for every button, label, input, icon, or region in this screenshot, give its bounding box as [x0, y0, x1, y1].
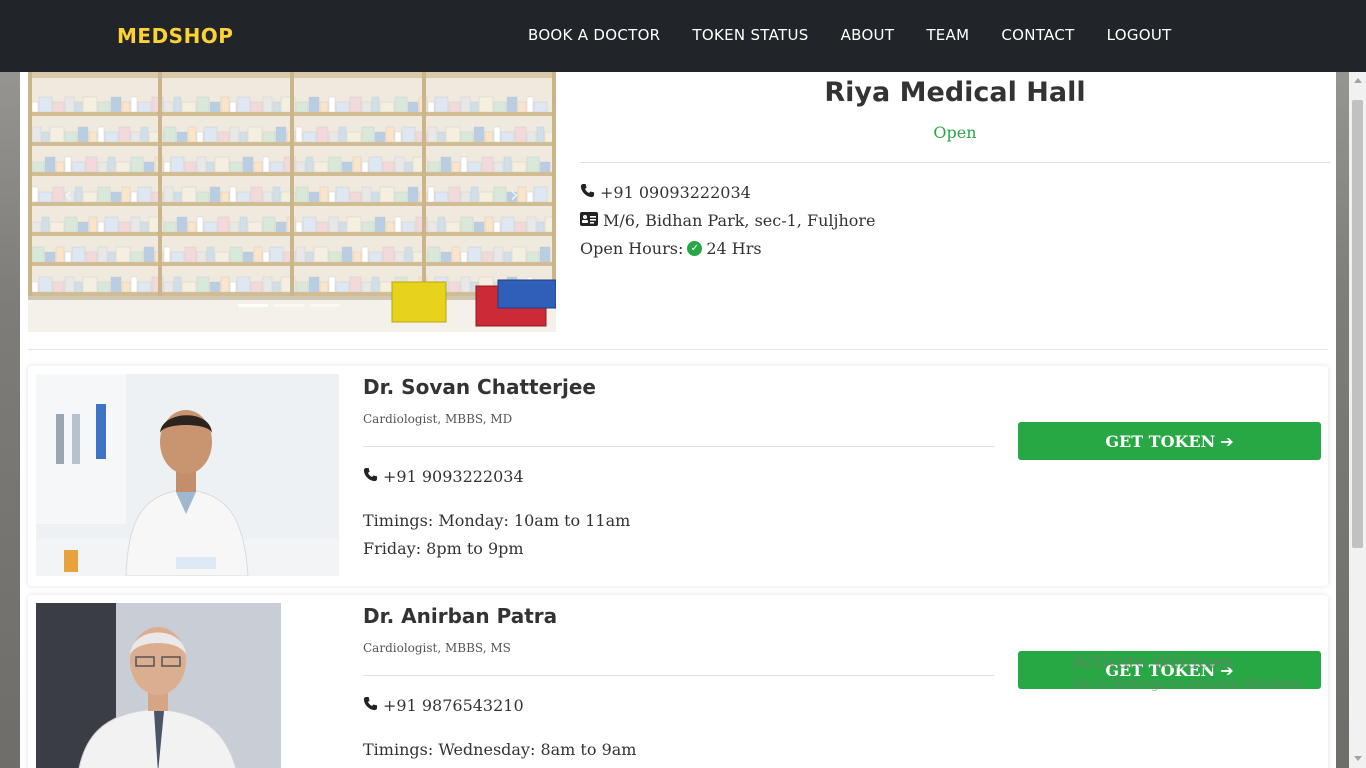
doctor-phone[interactable]: +91 9876543210	[383, 696, 524, 715]
watermark-subtitle: Go to Settings to activate Windows.	[1073, 677, 1306, 692]
doctor-specialization: Cardiologist, MBBS, MD	[363, 412, 513, 426]
shop-hours-label: Open Hours:	[580, 239, 684, 258]
shop-hours-line: Open Hours: ✓ 24 Hrs	[580, 239, 762, 258]
divider	[363, 446, 994, 447]
check-circle-icon: ✓	[687, 241, 703, 256]
shop-phone-line: +91 09093222034	[580, 183, 751, 202]
shop-name: Riya Medical Hall	[824, 77, 1086, 108]
nav-menu: BOOK A DOCTOR TOKEN STATUS ABOUT TEAM CO…	[528, 26, 1204, 44]
brand-logo[interactable]: MEDSHOP	[117, 24, 233, 48]
watermark-title: Activate Windows	[1073, 652, 1233, 673]
doctor-card: Dr. Sovan Chatterjee Cardiologist, MBBS,…	[28, 366, 1328, 586]
phone-icon	[363, 696, 378, 715]
svg-text:‹: ‹	[64, 183, 73, 208]
doctor-phone-line: +91 9093222034	[363, 467, 524, 486]
doctor-photo	[36, 603, 281, 768]
windows-activation-watermark: Activate Windows Go to Settings to activ…	[1073, 652, 1306, 692]
nav-about[interactable]: ABOUT	[841, 26, 895, 44]
doctor-name: Dr. Sovan Chatterjee	[363, 375, 596, 399]
divider	[580, 162, 1330, 163]
get-token-label: GET TOKEN	[1105, 431, 1216, 451]
divider	[363, 675, 994, 676]
shop-hours-value: 24 Hrs	[706, 239, 762, 258]
scrollbar-thumb[interactable]	[1352, 100, 1363, 548]
nav-team[interactable]: TEAM	[926, 26, 969, 44]
phone-icon	[363, 467, 378, 486]
doctor-phone-line: +91 9876543210	[363, 696, 524, 715]
nav-book-doctor[interactable]: BOOK A DOCTOR	[528, 26, 660, 44]
shop-status: Open	[933, 123, 977, 142]
doctor-phone[interactable]: +91 9093222034	[383, 467, 524, 486]
doctor-timings-extra: Friday: 8pm to 9pm	[363, 539, 524, 558]
nav-contact[interactable]: CONTACT	[1001, 26, 1074, 44]
nav-logout[interactable]: LOGOUT	[1107, 26, 1172, 44]
doctor-name: Dr. Anirban Patra	[363, 604, 558, 628]
doctor-timings: Timings: Wednesday: 8am to 9am	[363, 740, 637, 759]
doctor-photo	[36, 374, 339, 576]
phone-icon	[580, 183, 595, 202]
scroll-up-icon[interactable]	[1354, 78, 1362, 83]
scroll-down-icon[interactable]	[1354, 756, 1362, 761]
svg-text:›: ›	[510, 183, 519, 208]
nav-token-status[interactable]: TOKEN STATUS	[692, 26, 808, 44]
address-card-icon	[580, 211, 598, 230]
shop-address-line: M/6, Bidhan Park, sec-1, Fuljhore	[580, 211, 876, 230]
arrow-right-icon: ➔	[1220, 431, 1234, 451]
shop-address: M/6, Bidhan Park, sec-1, Fuljhore	[603, 211, 876, 230]
shop-phone[interactable]: +91 09093222034	[600, 183, 751, 202]
section-divider	[28, 349, 1328, 350]
doctor-specialization: Cardiologist, MBBS, MS	[363, 641, 511, 655]
doctor-timings: Timings: Monday: 10am to 11am	[363, 511, 631, 530]
navbar: MEDSHOP BOOK A DOCTOR TOKEN STATUS ABOUT…	[0, 0, 1366, 72]
get-token-button[interactable]: GET TOKEN ➔	[1018, 422, 1321, 460]
shop-image: ‹ ›	[28, 72, 556, 332]
